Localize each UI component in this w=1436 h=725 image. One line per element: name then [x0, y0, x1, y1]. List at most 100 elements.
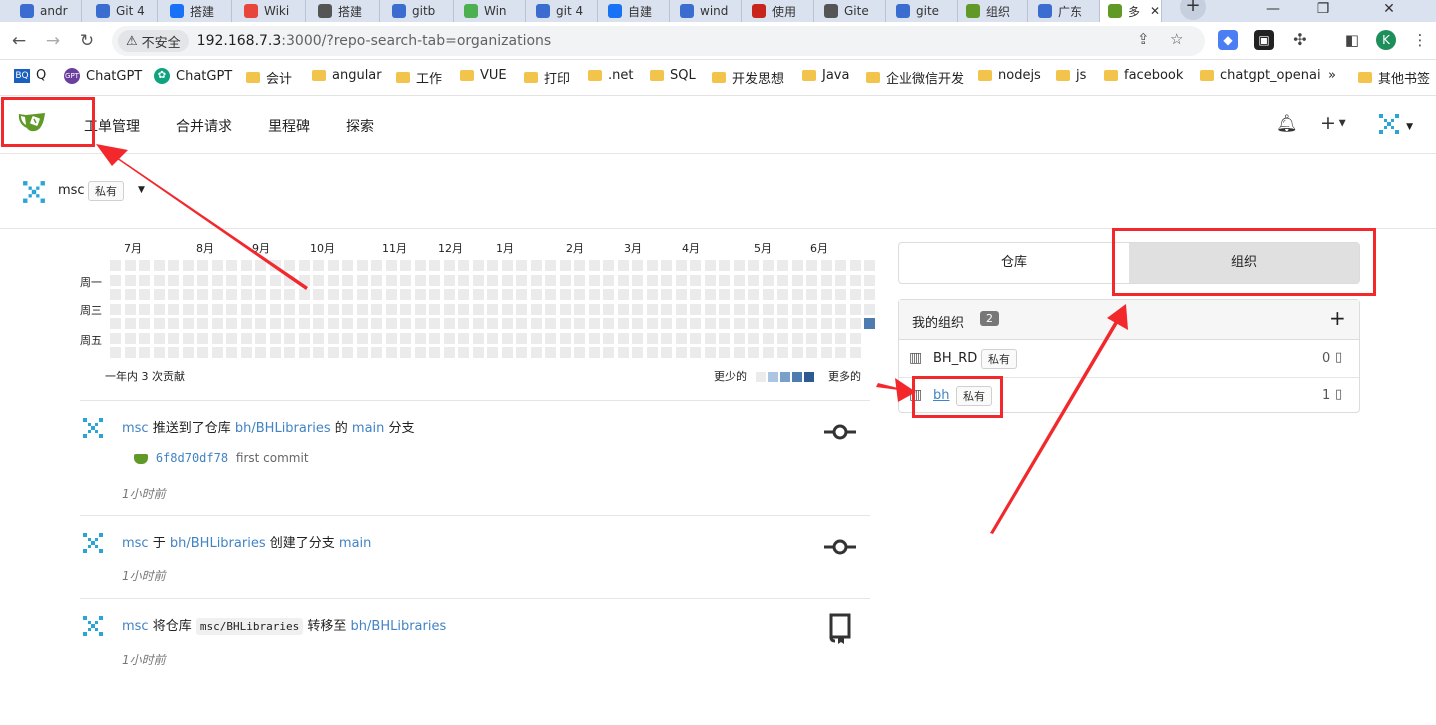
bookmark-item[interactable]: BQ Q [14, 68, 46, 83]
browser-tab[interactable]: 使用 [744, 0, 814, 22]
browser-tab[interactable]: Wiki [236, 0, 306, 22]
repo-link[interactable]: bh/BHLibraries [170, 536, 266, 551]
heatmap-cell [864, 289, 875, 300]
bookmark-folder[interactable]: .net [588, 68, 633, 83]
heatmap-cell [806, 332, 817, 344]
browser-tab[interactable]: Gite [816, 0, 886, 22]
add-organization-button[interactable]: + [1329, 306, 1346, 330]
heatmap-cell [414, 260, 426, 271]
folder-icon [1358, 72, 1372, 83]
user-avatar-icon[interactable] [82, 532, 104, 554]
forward-button[interactable]: → [40, 28, 66, 54]
minimize-button[interactable]: — [1250, 0, 1296, 22]
heatmap-cell [733, 274, 745, 286]
browser-tab[interactable]: wind [672, 0, 742, 22]
browser-tab-active[interactable]: 多 ✕ [1100, 0, 1162, 22]
context-username[interactable]: msc [58, 183, 85, 198]
other-bookmarks[interactable]: 其他书签 [1358, 68, 1430, 87]
notification-bell-icon[interactable]: 🔔︎ [1276, 114, 1298, 134]
heatmap-cell [414, 289, 426, 300]
heatmap-cell [733, 347, 745, 358]
browser-tab[interactable]: gite [888, 0, 958, 22]
extensions-puzzle-icon[interactable]: ✣ [1290, 30, 1310, 50]
feed-user-link[interactable]: msc [122, 619, 149, 634]
heatmap-cell [168, 260, 179, 271]
kebab-menu-icon[interactable]: ⋮ [1410, 30, 1430, 50]
create-new-button[interactable]: + ▼ [1320, 112, 1346, 134]
browser-tab[interactable]: andr [12, 0, 82, 22]
close-tab-icon[interactable]: ✕ [1150, 4, 1160, 18]
bookmark-folder[interactable]: 开发思想 [712, 68, 784, 87]
heatmap-cell [124, 274, 136, 286]
bookmark-folder[interactable]: 打印 [524, 68, 570, 87]
bookmark-folder[interactable]: 工作 [396, 68, 442, 87]
org-row[interactable]: ▥ BH_RD 私有 0 ▯ [899, 341, 1359, 378]
user-avatar-icon[interactable] [82, 417, 104, 439]
heatmap-cell [617, 318, 629, 329]
bookmark-folder[interactable]: SQL [650, 68, 696, 83]
browser-tab[interactable]: Git 4 [88, 0, 158, 22]
heatmap-cell [574, 274, 585, 286]
browser-tab[interactable]: gitb [384, 0, 454, 22]
browser-tab[interactable]: 搭建 [310, 0, 380, 22]
maximize-button[interactable]: ❐ [1300, 0, 1346, 22]
heatmap-cell [559, 274, 571, 286]
bookmark-item[interactable]: ✿ ChatGPT [154, 68, 232, 84]
nav-explore[interactable]: 探索 [346, 116, 374, 136]
profile-avatar[interactable]: K [1376, 30, 1396, 50]
browser-tab[interactable]: 广东 [1030, 0, 1100, 22]
heatmap-cell [646, 332, 658, 344]
new-tab-button[interactable]: + [1180, 0, 1206, 20]
sidebar-icon[interactable]: ◧ [1342, 30, 1362, 50]
bookmark-folder[interactable]: nodejs [978, 68, 1041, 83]
chevron-down-icon[interactable]: ▼ [138, 185, 145, 195]
security-chip[interactable]: ⚠ 不安全 [118, 30, 189, 52]
bookmark-item[interactable]: GPT ChatGPT [64, 68, 142, 84]
heatmap-cell [414, 318, 426, 329]
bookmark-folder[interactable]: 企业微信开发 [866, 68, 964, 87]
annotation-box [1, 97, 95, 147]
organization-icon: ▥ [909, 350, 923, 366]
tab-repositories[interactable]: 仓库 [899, 243, 1129, 283]
heatmap-cell [356, 318, 368, 329]
feed-user-link[interactable]: msc [122, 536, 149, 551]
reload-button[interactable]: ↻ [74, 28, 100, 54]
bookmark-folder[interactable]: chatgpt_openai [1200, 68, 1321, 83]
bookmark-folder[interactable]: angular [312, 68, 382, 83]
user-menu-button[interactable]: ▼ [1378, 113, 1413, 139]
bookmark-folder[interactable]: facebook [1104, 68, 1183, 83]
browser-tab[interactable]: Win [456, 0, 526, 22]
nav-pull-requests[interactable]: 合并请求 [176, 116, 232, 136]
address-bar[interactable]: ⚠ 不安全 192.168.7.3:3000/?repo-search-tab=… [112, 26, 1205, 56]
bookmark-folder[interactable]: VUE [460, 68, 507, 83]
share-icon[interactable]: ⇪ [1137, 30, 1150, 48]
repo-link[interactable]: bh/BHLibraries [235, 421, 331, 436]
browser-tab[interactable]: git 4 [528, 0, 598, 22]
user-avatar-icon[interactable] [82, 615, 104, 637]
heatmap-cell [545, 332, 556, 344]
star-icon[interactable]: ☆ [1170, 30, 1183, 48]
org-name-link[interactable]: BH_RD [933, 351, 977, 366]
bookmark-folder[interactable]: 会计 [246, 68, 292, 87]
bookmarks-overflow-button[interactable]: » [1328, 68, 1336, 83]
context-user-switcher[interactable]: msc 私有 ▼ [0, 155, 1436, 229]
bookmark-folder[interactable]: js [1056, 68, 1086, 83]
feed-user-link[interactable]: msc [122, 421, 149, 436]
url-text[interactable]: 192.168.7.3:3000/?repo-search-tab=organi… [197, 33, 552, 49]
heatmap-cell [661, 260, 672, 271]
close-window-button[interactable]: ✕ [1366, 0, 1412, 22]
heatmap-cell [313, 260, 324, 271]
extension-icon[interactable]: ◆ [1218, 30, 1238, 50]
branch-link[interactable]: main [352, 421, 384, 436]
back-button[interactable]: ← [6, 28, 32, 54]
extension-icon[interactable]: ▣ [1254, 30, 1274, 50]
repo-link[interactable]: bh/BHLibraries [351, 619, 447, 634]
browser-tab[interactable]: 搭建 [162, 0, 232, 22]
heatmap-cell [197, 332, 208, 344]
browser-tab[interactable]: 自建 [600, 0, 670, 22]
nav-milestones[interactable]: 里程碑 [268, 116, 310, 136]
bookmark-folder[interactable]: Java [802, 68, 849, 83]
browser-tab[interactable]: 组织 [958, 0, 1028, 22]
commit-sha-link[interactable]: 6f8d70df78 [156, 451, 228, 465]
branch-link[interactable]: main [339, 536, 371, 551]
